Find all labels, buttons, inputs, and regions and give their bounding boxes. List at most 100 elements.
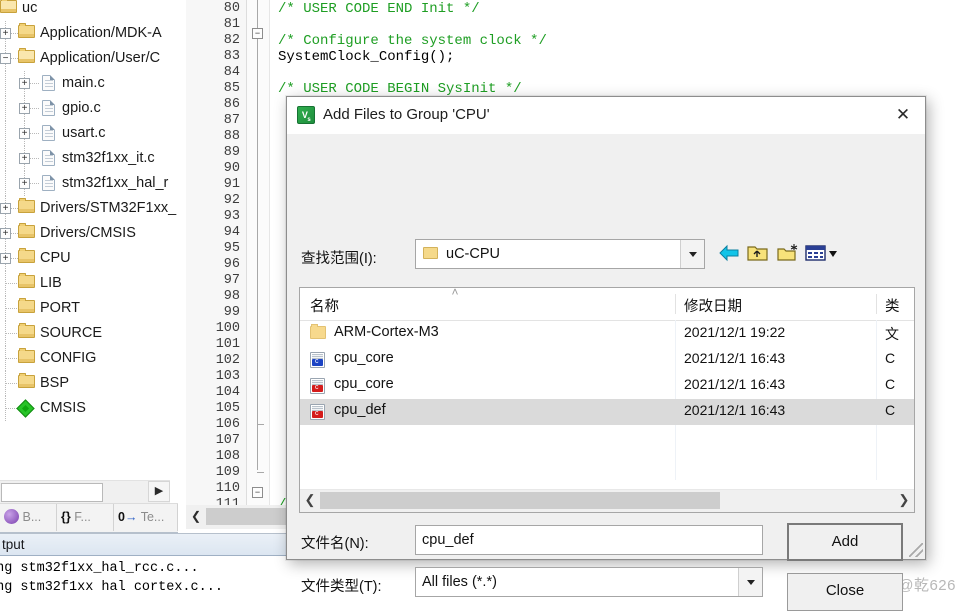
tree-item[interactable]: + usart.c	[0, 121, 178, 146]
tree-item-label: LIB	[40, 275, 62, 291]
look-in-combobox[interactable]: uC-CPU	[415, 239, 705, 269]
file-row[interactable]: ARM-Cortex-M3 2021/12/1 19:22 文	[300, 321, 914, 347]
tree-expander[interactable]: +	[19, 153, 30, 164]
books-icon	[4, 509, 19, 524]
close-icon[interactable]: ✕	[881, 97, 925, 133]
back-icon[interactable]	[717, 243, 741, 265]
tree-guide	[6, 383, 18, 384]
output-line: ing stm32f1xx hal cortex.c...	[0, 580, 223, 595]
file-list-header[interactable]: 名称 修改日期 类 ˄	[300, 286, 914, 321]
tree-item-label: stm32f1xx_hal_r	[62, 175, 169, 191]
column-divider[interactable]	[675, 294, 676, 314]
code-line: /* USER CODE BEGIN SysInit */	[278, 81, 522, 97]
tree-item[interactable]: + stm32f1xx_hal_r	[0, 171, 178, 196]
tab-books[interactable]: B...	[0, 504, 57, 531]
tree-item[interactable]: + Drivers/CMSIS	[0, 221, 178, 246]
tree-expander[interactable]: +	[19, 178, 30, 189]
close-button[interactable]: Close	[787, 573, 903, 611]
tree-item-label: CPU	[40, 250, 71, 266]
tree-item[interactable]: + CPU	[0, 246, 178, 271]
filename-label: 文件名(N):	[301, 536, 369, 552]
tree-item-label: Application/User/C	[40, 50, 161, 66]
folder-icon	[18, 23, 35, 38]
scroll-right-arrow-icon[interactable]: ▶	[148, 481, 170, 502]
scroll-thumb[interactable]	[206, 508, 286, 525]
line-number: 99	[223, 305, 240, 320]
tree-item-label: PORT	[40, 300, 81, 316]
scroll-thumb[interactable]	[1, 483, 103, 502]
fold-tick	[257, 472, 264, 473]
column-header-type[interactable]: 类	[885, 295, 900, 316]
tree-item-label: Drivers/STM32F1xx_	[40, 200, 177, 216]
tree-expander[interactable]: +	[0, 28, 11, 39]
chevron-down-icon[interactable]	[738, 568, 762, 596]
filetype-select[interactable]: All files (*.*)	[415, 567, 763, 597]
tree-item[interactable]: − Application/User/C	[0, 46, 178, 71]
project-pane-tabs[interactable]: B... {} F... 0→ Te...	[0, 503, 178, 533]
scroll-left-arrow-icon[interactable]: ❮	[300, 490, 320, 511]
tree-expander[interactable]: +	[19, 78, 30, 89]
tree-item[interactable]: + gpio.c	[0, 96, 178, 121]
column-header-name[interactable]: 名称	[310, 295, 339, 316]
project-tree-pane[interactable]: uc + Application/MDK-A − Application/User/C +…	[0, 0, 178, 510]
views-icon[interactable]	[805, 243, 839, 265]
add-button[interactable]: Add	[787, 523, 903, 561]
tab-functions[interactable]: {} F...	[57, 504, 114, 531]
tree-expander[interactable]: −	[0, 53, 11, 64]
file-modified: 2021/12/1 16:43	[684, 402, 786, 418]
tree-expander[interactable]: +	[19, 103, 30, 114]
up-folder-icon[interactable]	[747, 243, 769, 265]
add-files-dialog[interactable]: Vs Add Files to Group 'CPU' ✕ 查找范围(I): u…	[286, 96, 926, 611]
tree-expander[interactable]: +	[0, 253, 11, 264]
file-row[interactable]: cpu_def 2021/12/1 16:43 C	[300, 399, 914, 425]
tab-templates[interactable]: 0→ Te...	[114, 504, 178, 531]
fold-collapse-box[interactable]: −	[252, 28, 263, 39]
tree-item-label: BSP	[40, 375, 70, 391]
file-row[interactable]: cpu_core 2021/12/1 16:43 C	[300, 373, 914, 399]
tree-item-label: uc	[22, 0, 38, 16]
chevron-down-icon[interactable]	[680, 240, 704, 268]
tree-expander[interactable]: +	[19, 128, 30, 139]
tree-item[interactable]: + Application/MDK-A	[0, 21, 178, 46]
tree-item[interactable]: + stm32f1xx_it.c	[0, 146, 178, 171]
folder-icon	[18, 273, 35, 288]
column-header-modified[interactable]: 修改日期	[684, 295, 742, 316]
file-name: cpu_core	[334, 350, 394, 366]
tree-item[interactable]: + main.c	[0, 71, 178, 96]
scroll-right-arrow-icon[interactable]: ❯	[894, 490, 914, 511]
folder-icon	[18, 223, 35, 238]
scroll-left-arrow-icon[interactable]: ❮	[187, 507, 205, 526]
code-folding-gutter[interactable]: − −	[247, 0, 270, 510]
dialog-titlebar[interactable]: Vs Add Files to Group 'CPU' ✕	[287, 97, 925, 134]
project-pane-hscrollbar[interactable]: ▶	[0, 480, 170, 503]
file-list[interactable]: 名称 修改日期 类 ˄ ARM-Cortex-M3 2021/12/1 19:22…	[299, 286, 915, 513]
new-folder-icon[interactable]	[777, 243, 799, 265]
tree-item[interactable]: CONFIG	[0, 346, 178, 371]
editor-hscrollbar[interactable]: ❮	[186, 505, 286, 529]
tree-item-label: CMSIS	[40, 400, 86, 416]
tree-item[interactable]: uc	[0, 0, 178, 21]
scroll-thumb[interactable]	[320, 492, 720, 509]
line-number: 101	[215, 337, 240, 352]
tree-item[interactable]: + Drivers/STM32F1xx_	[0, 196, 178, 221]
filename-input[interactable]: cpu_def	[415, 525, 763, 555]
fold-collapse-box[interactable]: −	[252, 487, 263, 498]
tree-item[interactable]: PORT	[0, 296, 178, 321]
file-type: 文	[885, 326, 899, 342]
resize-grip[interactable]	[909, 543, 923, 557]
fold-tick	[257, 424, 264, 425]
project-tree[interactable]: uc + Application/MDK-A − Application/User/C +…	[0, 0, 178, 421]
file-row[interactable]: cpu_core 2021/12/1 16:43 C	[300, 347, 914, 373]
tree-item[interactable]: LIB	[0, 271, 178, 296]
line-number: 108	[215, 449, 240, 464]
column-divider[interactable]	[876, 294, 877, 314]
line-number: 105	[215, 401, 240, 416]
tree-item[interactable]: BSP	[0, 371, 178, 396]
tree-expander[interactable]: +	[0, 228, 11, 239]
tree-item[interactable]: CMSIS	[0, 396, 178, 421]
tree-expander[interactable]: +	[0, 203, 11, 214]
tree-item[interactable]: SOURCE	[0, 321, 178, 346]
file-list-hscrollbar[interactable]: ❮ ❯	[300, 489, 914, 512]
tree-guide	[30, 83, 40, 84]
output-line: ing stm32f1xx_hal_rcc.c...	[0, 561, 199, 576]
